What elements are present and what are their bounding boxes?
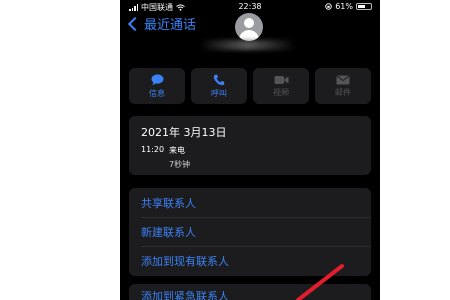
mail-icon xyxy=(336,74,350,84)
call-info-card: 2021年 3月13日 11:20 来电 7秒钟 xyxy=(129,116,371,175)
battery-percent: 61% xyxy=(335,2,353,11)
mail-label: 邮件 xyxy=(335,87,351,97)
contact-options-card: 共享联系人 新建联系人 添加到现有联系人 xyxy=(129,188,371,276)
new-contact-item[interactable]: 新建联系人 xyxy=(141,217,371,247)
emergency-options-card: 添加到紧急联系人 xyxy=(129,284,371,300)
contact-name-blurred xyxy=(200,40,295,50)
add-to-existing-contact-item[interactable]: 添加到现有联系人 xyxy=(141,246,371,275)
mail-button[interactable]: 邮件 xyxy=(315,68,371,104)
message-icon xyxy=(151,73,163,85)
status-bar: 中国联通 22:38 61% xyxy=(120,0,380,14)
phone-icon xyxy=(213,74,225,85)
video-label: 视频 xyxy=(273,87,289,97)
chevron-left-icon xyxy=(127,16,143,31)
call-label: 呼叫 xyxy=(211,88,227,98)
battery-fill xyxy=(358,5,366,8)
call-type: 来电 xyxy=(169,146,185,155)
battery-icon xyxy=(356,3,372,10)
call-duration: 7秒钟 xyxy=(169,160,191,169)
video-button[interactable]: 视频 xyxy=(253,68,309,104)
orientation-lock-icon xyxy=(325,3,332,10)
call-time: 11:20 xyxy=(141,145,165,154)
message-label: 信息 xyxy=(149,88,165,98)
video-icon xyxy=(274,75,288,84)
phone-screen: 中国联通 22:38 61% 最近通话 信息 呼叫 视频 邮件 2021年 3月… xyxy=(120,0,380,300)
status-right: 61% xyxy=(325,2,372,11)
back-button[interactable]: 最近通话 xyxy=(127,14,197,33)
call-button[interactable]: 呼叫 xyxy=(191,68,247,104)
message-button[interactable]: 信息 xyxy=(129,68,185,104)
share-contact-item[interactable]: 共享联系人 xyxy=(141,188,371,218)
call-date: 2021年 3月13日 xyxy=(141,126,227,139)
action-bar: 信息 呼叫 视频 邮件 xyxy=(129,68,371,104)
back-label: 最近通话 xyxy=(144,18,197,33)
add-to-emergency-contact-item[interactable]: 添加到紧急联系人 xyxy=(141,284,371,300)
contact-avatar xyxy=(235,13,263,41)
